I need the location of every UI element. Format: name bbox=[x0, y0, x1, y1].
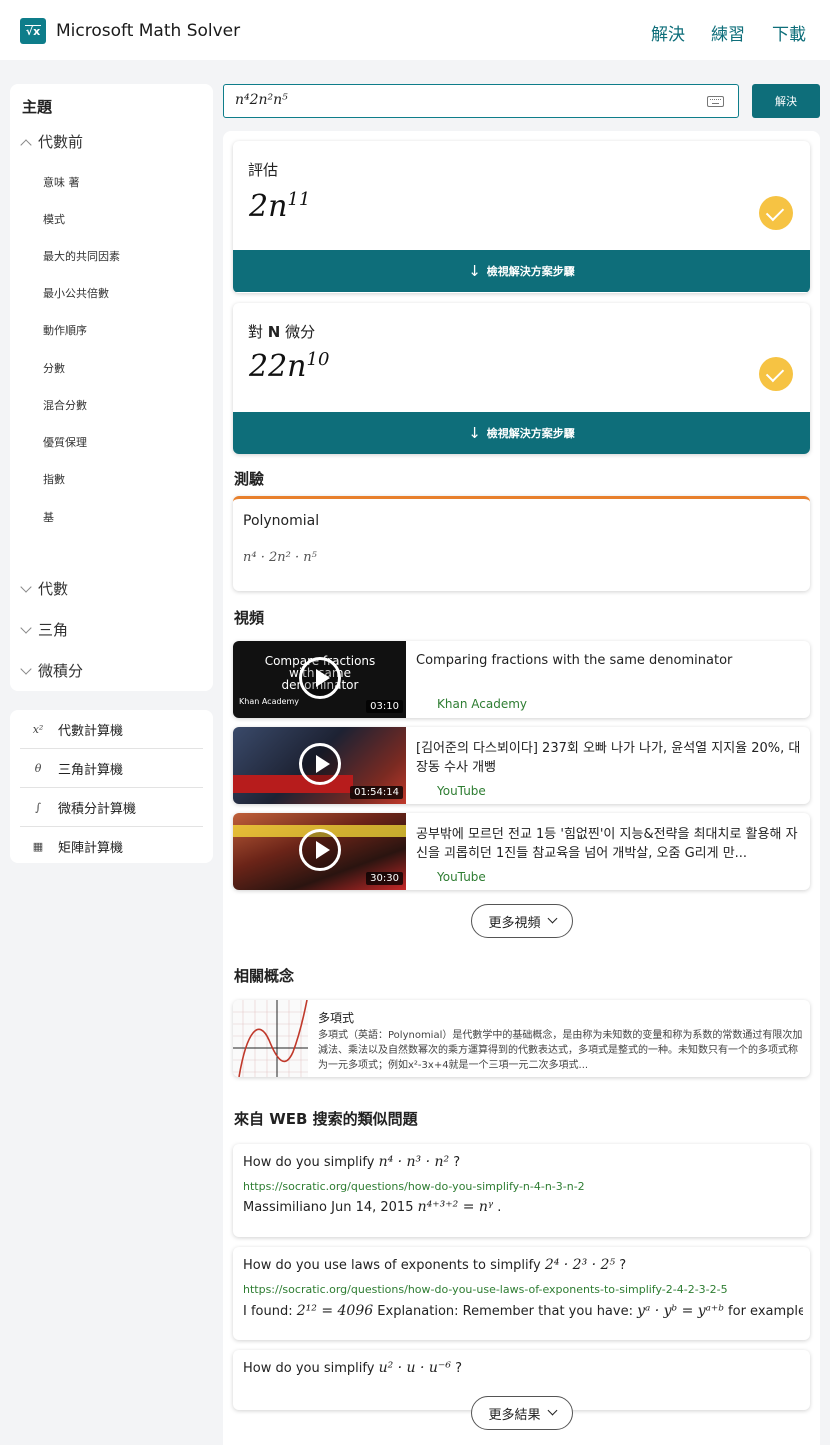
result-card-evaluate: 評估 2n11 ↓ 檢視解決方案步驟 bbox=[233, 141, 810, 293]
section-calculus[interactable]: 微積分 bbox=[20, 660, 83, 681]
play-icon[interactable] bbox=[299, 829, 341, 871]
result-expression: 2n11 bbox=[249, 189, 311, 224]
video-card[interactable]: Compare fractions with same denominator … bbox=[233, 641, 810, 718]
web-question-text[interactable]: How do you simplify n⁴ · n³ · n² ? bbox=[243, 1154, 460, 1170]
web-question-text[interactable]: How do you use laws of exponents to simp… bbox=[243, 1257, 626, 1273]
topic-item[interactable]: 動作順序 bbox=[43, 322, 87, 338]
topic-item[interactable]: 混合分數 bbox=[43, 397, 87, 413]
play-icon[interactable] bbox=[299, 743, 341, 785]
matrix-calculator-link[interactable]: ▦ 矩陣計算機 bbox=[20, 827, 203, 866]
result-card-differentiate: 對 N 微分 22n10 ↓ 檢視解決方案步驟 bbox=[233, 303, 810, 454]
topic-item[interactable]: 意味 著 bbox=[43, 174, 80, 190]
nav-practice[interactable]: 練習 bbox=[711, 20, 745, 45]
video-title[interactable]: [김어준의 다스뵈이다] 237회 오빠 나가 나가, 윤석열 지지율 20%,… bbox=[416, 739, 806, 777]
top-bar: √x Microsoft Math Solver 解決 練習 下載 bbox=[0, 0, 830, 60]
video-card[interactable]: 01:54:14 [김어준의 다스뵈이다] 237회 오빠 나가 나가, 윤석열… bbox=[233, 727, 810, 804]
x-squared-icon: x² bbox=[32, 722, 44, 736]
quiz-card[interactable]: Polynomial n⁴ · 2n² · n⁵ bbox=[233, 496, 810, 591]
video-source: Khan Academy bbox=[437, 697, 527, 711]
theta-icon: θ bbox=[34, 761, 42, 775]
keyboard-icon[interactable] bbox=[707, 96, 724, 107]
section-prealgebra[interactable]: 代數前 bbox=[20, 131, 83, 152]
chevron-down-icon bbox=[20, 663, 32, 675]
video-card[interactable]: 30:30 공부밖에 모르던 전교 1등 '힘없찐'이 지능&전략을 최대치로 … bbox=[233, 813, 810, 890]
topic-item[interactable]: 基 bbox=[43, 509, 54, 525]
app-title[interactable]: Microsoft Math Solver bbox=[56, 21, 240, 41]
concept-title: 多項式 bbox=[318, 1011, 355, 1025]
topics-heading: 主題 bbox=[22, 98, 53, 116]
math-solver-logo-icon[interactable]: √x bbox=[20, 18, 46, 44]
math-input[interactable]: n⁴2n²n⁵ bbox=[223, 84, 739, 118]
topic-item[interactable]: 指數 bbox=[43, 471, 65, 487]
result-title: 對 N 微分 bbox=[248, 323, 316, 341]
algebra-calculator-link[interactable]: x² 代數計算機 bbox=[20, 710, 203, 749]
chevron-down-icon bbox=[20, 622, 32, 634]
web-questions-heading: 來自 WEB 搜索的類似問題 bbox=[234, 1110, 418, 1128]
web-answer-text: I found: 2¹² = 4096 Explanation: Remembe… bbox=[243, 1303, 803, 1319]
solve-button[interactable]: 解決 bbox=[752, 84, 820, 118]
section-algebra[interactable]: 代數 bbox=[20, 578, 68, 599]
web-question-card[interactable]: How do you use laws of exponents to simp… bbox=[233, 1247, 810, 1340]
play-icon[interactable] bbox=[299, 657, 341, 699]
video-title[interactable]: 공부밖에 모르던 전교 1등 '힘없찐'이 지능&전략을 최대치로 활용해 자신… bbox=[416, 825, 806, 863]
video-duration: 01:54:14 bbox=[350, 786, 403, 799]
web-question-url[interactable]: https://socratic.org/questions/how-do-yo… bbox=[243, 1283, 728, 1296]
chevron-down-icon bbox=[547, 913, 557, 923]
section-trigonometry[interactable]: 三角 bbox=[20, 619, 68, 640]
arrow-down-icon: ↓ bbox=[468, 262, 481, 280]
matrix-icon: ▦ bbox=[32, 840, 44, 853]
quiz-title: Polynomial bbox=[243, 513, 320, 529]
video-thumbnail[interactable]: Compare fractions with same denominator … bbox=[233, 641, 406, 718]
web-answer-text: Massimiliano Jun 14, 2015 n⁴⁺³⁺² = nᵞ . bbox=[243, 1199, 502, 1215]
video-title[interactable]: Comparing fractions with the same denomi… bbox=[416, 651, 806, 670]
result-expression: 22n10 bbox=[249, 349, 330, 384]
video-thumbnail[interactable]: 30:30 bbox=[233, 813, 406, 890]
video-duration: 30:30 bbox=[366, 872, 403, 885]
videos-heading: 視頻 bbox=[234, 609, 265, 627]
video-thumbnail[interactable]: 01:54:14 bbox=[233, 727, 406, 804]
video-source: YouTube bbox=[437, 784, 486, 798]
topic-item[interactable]: 模式 bbox=[43, 211, 65, 227]
topic-item[interactable]: 分數 bbox=[43, 360, 65, 376]
calculus-calculator-link[interactable]: ∫ 微積分計算機 bbox=[20, 788, 203, 827]
quiz-expression: n⁴ · 2n² · n⁵ bbox=[243, 550, 317, 565]
view-steps-button[interactable]: ↓ 檢視解決方案步驟 bbox=[233, 412, 810, 454]
check-icon bbox=[759, 196, 793, 230]
chevron-up-icon bbox=[20, 139, 32, 151]
video-source: YouTube bbox=[437, 870, 486, 884]
math-input-value[interactable]: n⁴2n²n⁵ bbox=[235, 92, 288, 108]
nav-download[interactable]: 下載 bbox=[772, 20, 806, 45]
web-question-card[interactable]: How do you simplify n⁴ · n³ · n² ? https… bbox=[233, 1144, 810, 1237]
view-steps-button[interactable]: ↓ 檢視解決方案步驟 bbox=[233, 250, 810, 292]
more-results-button[interactable]: 更多結果 bbox=[471, 1396, 573, 1430]
chevron-down-icon bbox=[20, 581, 32, 593]
integral-icon: ∫ bbox=[35, 800, 41, 814]
video-duration: 03:10 bbox=[366, 700, 403, 713]
web-question-url[interactable]: https://socratic.org/questions/how-do-yo… bbox=[243, 1180, 585, 1193]
topic-item[interactable]: 最大的共同因素 bbox=[43, 248, 120, 264]
more-videos-button[interactable]: 更多視頻 bbox=[471, 904, 573, 938]
results-panel: 評估 2n11 ↓ 檢視解決方案步驟 對 N 微分 22n10 ↓ 檢視解決方案步驟… bbox=[223, 131, 820, 1445]
concept-card[interactable]: 多項式 多項式（英語：Polynomial）是代數学中的基础概念，是由称为未知数… bbox=[233, 1000, 810, 1077]
nav-solve[interactable]: 解決 bbox=[651, 20, 685, 45]
thumbnail-brand: Khan Academy bbox=[239, 697, 299, 706]
trigonometry-calculator-link[interactable]: θ 三角計算機 bbox=[20, 749, 203, 788]
check-icon bbox=[759, 357, 793, 391]
web-question-text[interactable]: How do you simplify u² · u · u⁻⁶ ? bbox=[243, 1360, 462, 1376]
topics-sidebar: 主題 代數前 意味 著 模式 最大的共同因素 最小公共倍數 動作順序 分數 混合… bbox=[10, 84, 213, 691]
result-title: 評估 bbox=[248, 161, 279, 179]
topic-item[interactable]: 最小公共倍數 bbox=[43, 285, 109, 301]
chevron-down-icon bbox=[547, 1405, 557, 1415]
quiz-heading: 測驗 bbox=[234, 470, 265, 488]
concepts-heading: 相關概念 bbox=[234, 967, 295, 985]
topic-item[interactable]: 優質保理 bbox=[43, 434, 87, 450]
concept-description: 多項式（英語：Polynomial）是代數学中的基础概念，是由称为未知数的变量和… bbox=[318, 1030, 803, 1071]
polynomial-graph-thumbnail bbox=[233, 1000, 308, 1077]
arrow-down-icon: ↓ bbox=[468, 424, 481, 442]
calculators-panel: x² 代數計算機 θ 三角計算機 ∫ 微積分計算機 ▦ 矩陣計算機 bbox=[10, 710, 213, 863]
